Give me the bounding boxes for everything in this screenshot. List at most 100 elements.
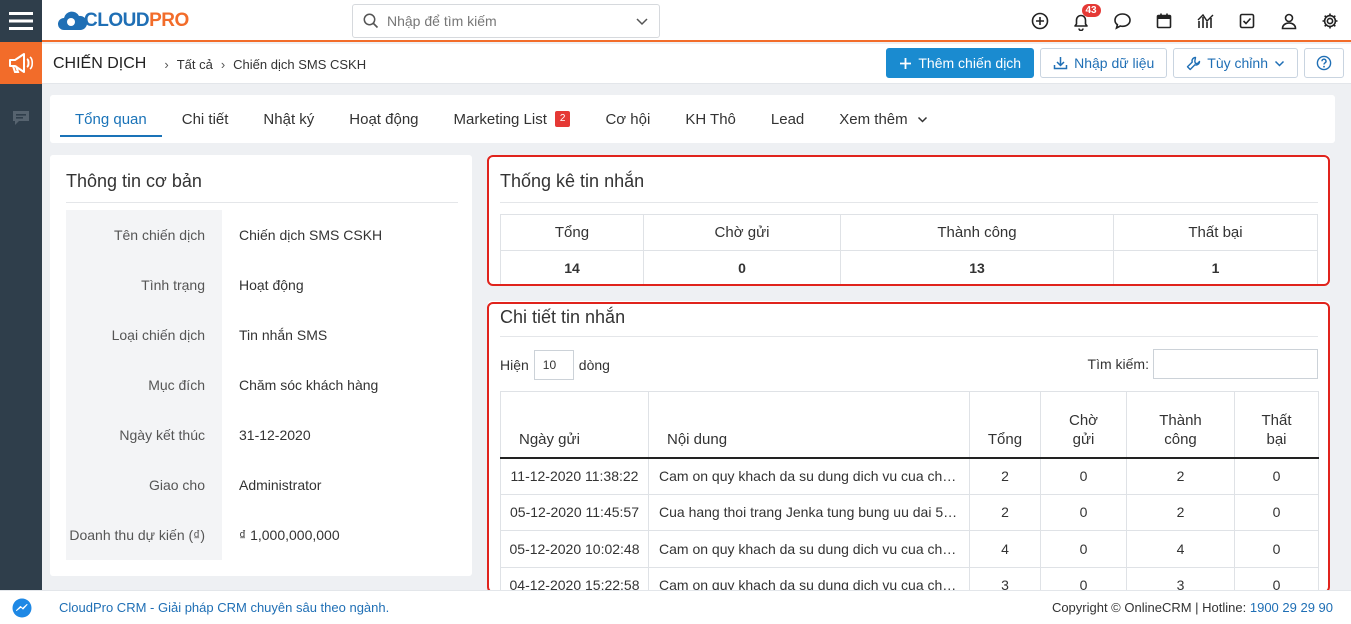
page-header: CHIẾN DỊCH › Tất cả › Chiến dịch SMS CSK…	[42, 44, 1351, 84]
global-search[interactable]	[352, 4, 660, 38]
info-label: Mục đích	[66, 360, 222, 410]
info-label: Giao cho	[66, 460, 222, 510]
info-label: Ngày kết thúc	[66, 410, 222, 460]
top-icons: 43	[1019, 0, 1351, 42]
info-row: Ngày kết thúc 31-12-2020	[66, 410, 456, 460]
tab-detail[interactable]: Chi tiết	[167, 95, 244, 143]
help-button[interactable]	[1304, 48, 1344, 78]
notification-count-badge: 43	[1081, 4, 1101, 17]
campaign-megaphone-icon[interactable]	[0, 42, 42, 84]
info-value: Hoạt động	[239, 277, 304, 293]
message-detail-table: Ngày gửi Nội dung Tổng Chờ gửi Thành công …	[500, 391, 1319, 591]
page-length-input[interactable]	[533, 350, 574, 380]
stats-header-success: Thành công	[840, 214, 1114, 251]
chevron-down-icon	[917, 116, 927, 123]
tab-more[interactable]: Xem thêm	[824, 95, 942, 143]
breadcrumb-all[interactable]: Tất cả	[177, 57, 213, 72]
logo-text: CLOUDPRO	[84, 10, 189, 31]
basic-info-title: Thông tin cơ bản	[66, 171, 202, 191]
info-value: Chăm sóc khách hàng	[239, 377, 379, 393]
chevron-down-icon[interactable]	[635, 14, 649, 28]
notification-bell-icon[interactable]: 43	[1061, 0, 1103, 42]
col-header-success[interactable]: Thành công	[1126, 391, 1235, 459]
search-icon	[363, 13, 379, 29]
info-row: Mục đích Chăm sóc khách hàng	[66, 360, 456, 410]
record-tabs: Tổng quan Chi tiết Nhật ký Hoạt động Mar…	[50, 95, 1335, 143]
stats-value-pending: 0	[643, 250, 841, 285]
footer: CloudPro CRM - Giải pháp CRM chuyên sâu …	[0, 590, 1351, 624]
divider	[66, 202, 458, 203]
tab-overview[interactable]: Tổng quan	[60, 95, 162, 143]
report-chart-icon[interactable]	[1185, 0, 1227, 42]
tab-marketing-list[interactable]: Marketing List 2	[439, 95, 586, 143]
message-stats-card: Thống kê tin nhắn Tổng Chờ gửi Thành côn…	[488, 155, 1330, 285]
col-header-failed[interactable]: Thất bại	[1234, 391, 1319, 459]
download-icon	[1053, 57, 1068, 70]
footer-copyright: Copyright © OnlineCRM | Hotline: 1900 29…	[1051, 600, 1333, 615]
table-row[interactable]: 05-12-2020 11:45:57 Cua hang thoi trang …	[500, 493, 1319, 531]
info-label: Doanh thu dự kiến (₫)	[66, 510, 222, 560]
message-icon[interactable]	[1102, 0, 1144, 42]
tab-opportunity[interactable]: Cơ hội	[590, 95, 665, 143]
import-data-button[interactable]: Nhập dữ liệu	[1040, 48, 1168, 78]
info-label: Tình trạng	[66, 260, 222, 310]
cloudpro-logo[interactable]: CLOUDPRO	[56, 7, 189, 35]
page-length-control: Hiện dòng	[500, 350, 610, 380]
col-header-total[interactable]: Tổng	[969, 391, 1041, 459]
settings-gear-icon[interactable]	[1310, 0, 1351, 42]
user-profile-icon[interactable]	[1268, 0, 1310, 42]
info-row: Giao cho Administrator	[66, 460, 456, 510]
customize-button[interactable]: Tùy chỉnh	[1173, 48, 1298, 78]
col-header-date[interactable]: Ngày gửi	[500, 391, 649, 459]
message-stats-title: Thống kê tin nhắn	[500, 171, 645, 191]
add-circle-icon[interactable]	[1019, 0, 1061, 42]
table-row[interactable]: 11-12-2020 11:38:22 Cam on quy khach da …	[500, 457, 1319, 495]
stats-header-pending: Chờ gửi	[643, 214, 841, 251]
add-campaign-button[interactable]: Thêm chiến dịch	[886, 48, 1035, 78]
header-actions: Thêm chiến dịch Nhập dữ liệu Tùy chỉnh	[886, 48, 1344, 78]
top-bar: CLOUDPRO 43	[42, 0, 1351, 42]
tab-lead[interactable]: Lead	[756, 95, 819, 143]
stats-value-total: 14	[500, 250, 644, 285]
calendar-icon[interactable]	[1144, 0, 1186, 42]
tab-raw-customers[interactable]: KH Thô	[670, 95, 751, 143]
info-value: ₫ 1,000,000,000	[239, 527, 340, 543]
basic-info-card: Thông tin cơ bản Tên chiến dịch Chiến dịc…	[50, 155, 472, 576]
col-header-content[interactable]: Nội dung	[648, 391, 970, 459]
message-stats-table: Tổng Chờ gửi Thành công Thất bại 14 0 13…	[500, 214, 1318, 285]
menu-icon[interactable]	[0, 0, 42, 42]
stats-value-failed: 1	[1113, 250, 1318, 285]
info-value: Administrator	[239, 477, 322, 493]
breadcrumb-current: Chiến dịch SMS CSKH	[233, 56, 367, 72]
chevron-down-icon	[1274, 60, 1285, 67]
table-search-input[interactable]	[1153, 349, 1318, 379]
footer-hotline[interactable]: 1900 29 29 90	[1250, 600, 1333, 615]
task-checkbox-icon[interactable]	[1227, 0, 1269, 42]
divider	[500, 202, 1318, 203]
wrench-icon	[1187, 56, 1201, 70]
module-title[interactable]: CHIẾN DỊCH	[53, 55, 146, 73]
breadcrumb: CHIẾN DỊCH › Tất cả › Chiến dịch SMS CSK…	[53, 44, 366, 84]
tab-activity[interactable]: Hoạt động	[334, 95, 433, 143]
chevron-right-icon: ›	[220, 56, 226, 72]
plus-icon	[900, 57, 912, 69]
help-circle-icon	[1316, 55, 1332, 71]
stats-value-success: 13	[840, 250, 1114, 285]
stats-header-failed: Thất bại	[1113, 214, 1318, 251]
info-row: Doanh thu dự kiến (₫) ₫ 1,000,000,000	[66, 510, 456, 560]
footer-tagline[interactable]: CloudPro CRM - Giải pháp CRM chuyên sâu …	[59, 600, 389, 615]
table-search: Tìm kiếm:	[1088, 349, 1318, 379]
search-input[interactable]	[387, 13, 627, 29]
messenger-icon[interactable]	[12, 598, 32, 618]
tab-log[interactable]: Nhật ký	[248, 95, 329, 143]
chat-icon[interactable]	[0, 100, 42, 136]
col-header-pending[interactable]: Chờ gửi	[1040, 391, 1127, 459]
marketing-list-count-badge: 2	[554, 111, 571, 127]
left-rail	[0, 0, 42, 624]
info-row: Tình trạng Hoạt động	[66, 260, 456, 310]
table-row[interactable]: 04-12-2020 15:22:58 Cam on quy khach da …	[500, 566, 1319, 591]
divider	[500, 336, 1318, 337]
basic-info-list: Tên chiến dịch Chiến dịch SMS CSKH Tình t…	[66, 210, 456, 560]
table-row[interactable]: 05-12-2020 10:02:48 Cam on quy khach da …	[500, 530, 1319, 568]
stats-header-total: Tổng	[500, 214, 644, 251]
